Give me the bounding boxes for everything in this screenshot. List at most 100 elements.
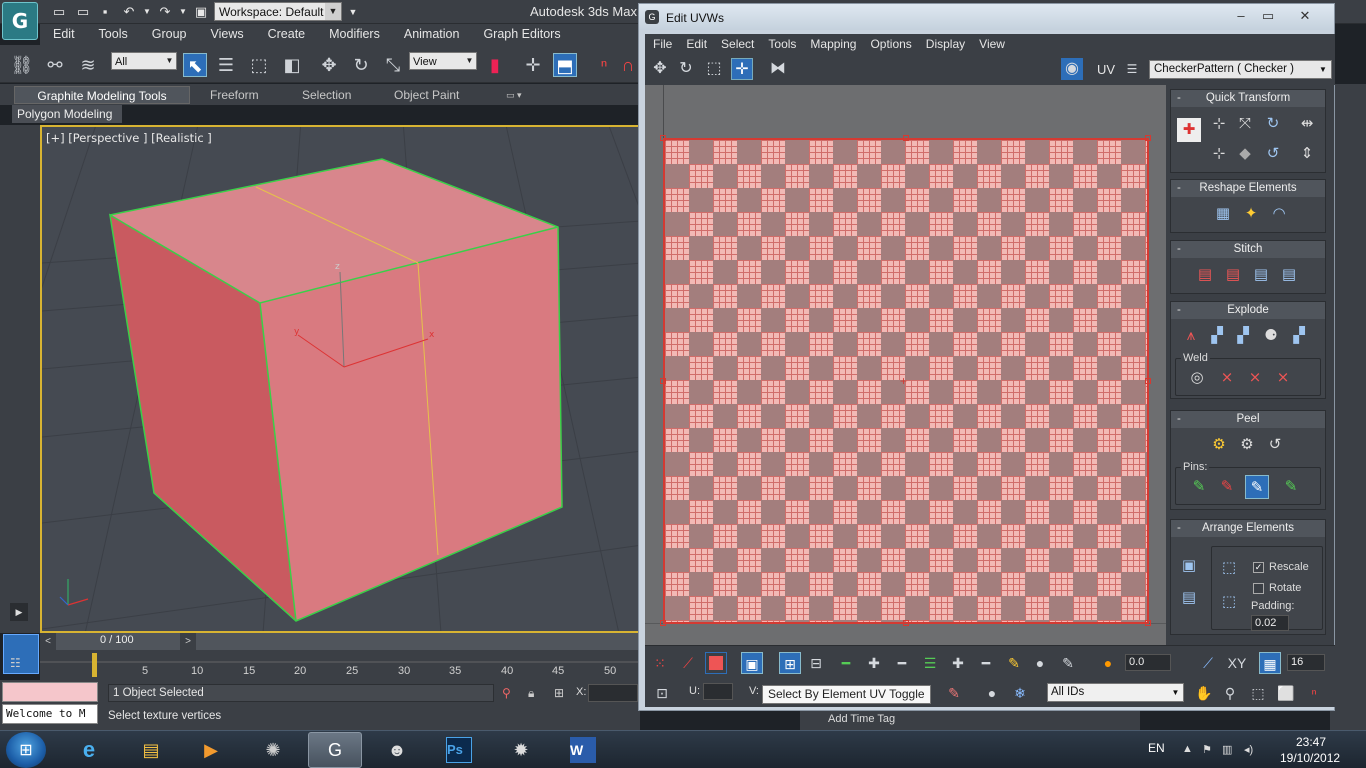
align-y-icon[interactable]: ⊹ xyxy=(1207,142,1231,166)
ring-select-icon[interactable]: ━ xyxy=(975,652,997,674)
rollout-header[interactable]: - Arrange Elements xyxy=(1171,520,1325,537)
clock-time[interactable]: 23:47 xyxy=(1296,735,1326,749)
menu-group[interactable]: Group xyxy=(139,24,198,41)
time-prev-icon[interactable]: < xyxy=(40,633,56,650)
file-explorer-icon[interactable]: ▤ xyxy=(124,732,178,768)
volume-icon[interactable]: ◂) xyxy=(1244,743,1253,756)
stitch-custom-icon[interactable]: ▤ xyxy=(1277,263,1301,287)
uvw-menu-select[interactable]: Select xyxy=(713,34,760,51)
material-id-dropdown[interactable]: All IDs ▼ xyxy=(1047,683,1184,702)
expand-arrow-icon[interactable]: ▶ xyxy=(10,603,28,621)
paint-select-icon[interactable]: ✎ xyxy=(1003,652,1025,674)
target-weld-icon[interactable]: ◎ xyxy=(1185,366,1209,390)
select-manipulate-icon[interactable]: ✛ xyxy=(521,53,545,77)
edge-distance-icon[interactable]: ⟋ xyxy=(1197,652,1219,674)
enlarge-brush-icon[interactable]: ● xyxy=(1029,652,1051,674)
internet-explorer-icon[interactable]: e xyxy=(62,732,116,768)
pack-custom-icon[interactable]: ⬚ xyxy=(1217,556,1241,580)
rescale-checkbox[interactable]: ✓ xyxy=(1253,562,1264,573)
absolute-mode-icon[interactable]: ⊞ xyxy=(554,686,564,700)
transform-handle[interactable] xyxy=(660,135,666,141)
ribbon-polygon-modeling[interactable]: Polygon Modeling xyxy=(12,105,122,123)
pack-together-icon[interactable]: ▤ xyxy=(1177,586,1201,610)
edge-mode-icon[interactable]: ⟋ xyxy=(677,652,699,674)
stitch-to-source-icon[interactable]: ▤ xyxy=(1249,263,1273,287)
tab-graphite-modeling-tools[interactable]: Graphite Modeling Tools xyxy=(14,86,190,104)
zoom-extents-icon[interactable]: ⬜ xyxy=(1275,682,1297,704)
time-cursor[interactable] xyxy=(92,653,97,677)
maxscript-listener-output[interactable]: Welcome to M xyxy=(2,704,98,724)
uvw-menu-file[interactable]: File xyxy=(645,34,678,51)
select-by-element-icon[interactable]: ▣ xyxy=(741,652,763,674)
rollout-header[interactable]: - Quick Transform xyxy=(1171,90,1325,107)
space-horizontal-icon[interactable]: ⇹ xyxy=(1295,112,1319,136)
break-icon[interactable]: ⩚ xyxy=(1179,324,1203,348)
app-runner-icon[interactable]: ☻ xyxy=(370,732,424,768)
peel-mode-icon[interactable]: ⚙ xyxy=(1235,433,1259,457)
shrink-selection-icon[interactable]: ⊟ xyxy=(805,652,827,674)
u-field[interactable] xyxy=(703,683,733,700)
scale-icon[interactable]: ⤡ xyxy=(381,53,405,77)
texture-dropdown[interactable]: CheckerPattern ( Checker ) ▼ xyxy=(1149,60,1332,79)
workspace-selector[interactable]: Workspace: Default ▼ xyxy=(214,2,342,21)
app-tribal-icon[interactable]: ✺ xyxy=(246,732,300,768)
space-vertical-icon[interactable]: ⇕ xyxy=(1295,142,1319,166)
viewport-scene[interactable]: z x y xyxy=(42,127,640,633)
texture-list-icon[interactable]: ☰ xyxy=(1121,58,1143,80)
pin-remove-icon[interactable]: ✎ xyxy=(1215,475,1239,499)
rollout-header[interactable]: - Stitch xyxy=(1171,241,1325,258)
3ds-max-taskbar-icon[interactable]: G xyxy=(308,732,362,768)
uvw-menu-mapping[interactable]: Mapping xyxy=(802,34,862,51)
project-folder-icon[interactable]: ▣ xyxy=(192,3,210,21)
menu-tools[interactable]: Tools xyxy=(86,24,139,41)
align-diagonal-icon[interactable]: ⤧ xyxy=(1233,112,1257,136)
rollout-header[interactable]: - Peel xyxy=(1171,411,1325,428)
transform-handle[interactable] xyxy=(660,378,666,384)
lock-selection-icon[interactable]: 🔒︎ xyxy=(528,686,534,701)
time-next-icon[interactable]: > xyxy=(180,633,196,650)
rollout-header[interactable]: - Reshape Elements xyxy=(1171,180,1325,197)
stitch-to-average-icon[interactable]: ▤ xyxy=(1221,263,1245,287)
align-x-icon[interactable]: ⊹ xyxy=(1207,112,1231,136)
pivot-cross-icon[interactable]: + xyxy=(900,374,907,388)
uvw-menu-options[interactable]: Options xyxy=(862,34,917,51)
loop-selection-icon[interactable]: ━ xyxy=(835,652,857,674)
reset-peel-icon[interactable]: ↺ xyxy=(1263,433,1287,457)
undo-dropdown-icon[interactable]: ▼ xyxy=(138,3,156,21)
menu-create[interactable]: Create xyxy=(255,24,317,41)
ring-shrink-icon[interactable]: ━ xyxy=(891,652,913,674)
undo-icon[interactable]: ↶ xyxy=(120,3,138,21)
auto-pin-icon[interactable]: ✎ xyxy=(1245,475,1269,499)
zoom-icon[interactable]: ⚲ xyxy=(1219,682,1241,704)
freeze-icon[interactable]: ● xyxy=(981,682,1003,704)
zoom-region-icon[interactable]: ⬚ xyxy=(1247,682,1269,704)
selection-filter-dropdown[interactable]: All ▼ xyxy=(111,52,177,70)
uvw-title-bar[interactable]: G Edit UVWs – ▭ ✕ xyxy=(639,4,1334,30)
maxscript-listener-input[interactable] xyxy=(2,682,98,702)
transform-handle[interactable] xyxy=(1145,378,1151,384)
clock-date[interactable]: 19/10/2012 xyxy=(1280,751,1340,765)
ribbon-options-icon[interactable]: ▭ ▾ xyxy=(498,86,530,104)
track-bar[interactable]: ☷ 5 10 15 20 25 30 35 40 45 50 xyxy=(10,650,640,680)
pivot-center-icon[interactable]: ▮ xyxy=(483,53,507,77)
soft-selection-value[interactable]: 0.0 xyxy=(1125,654,1171,671)
transform-handle[interactable] xyxy=(1145,620,1151,626)
menu-animation[interactable]: Animation xyxy=(391,24,471,41)
start-button[interactable]: ⊞ xyxy=(6,732,46,768)
app-mask-icon[interactable]: ✹ xyxy=(494,732,548,768)
bind-space-warp-icon[interactable]: ≋ xyxy=(76,53,100,77)
quick-peel-icon[interactable]: ⚙ xyxy=(1207,433,1231,457)
tab-object-paint[interactable]: Object Paint xyxy=(386,86,467,104)
weld-selected-icon[interactable]: ⨯ xyxy=(1215,366,1239,390)
grow-selection-icon[interactable]: ⊞ xyxy=(779,652,801,674)
unlink-icon[interactable]: ⚯ xyxy=(43,53,67,77)
show-hidden-icons-icon[interactable]: ▲ xyxy=(1182,743,1193,755)
open-file-icon[interactable]: ▭ xyxy=(74,3,92,21)
select-by-name-icon[interactable]: ☰ xyxy=(214,53,238,77)
loop-grow-icon[interactable]: ☰ xyxy=(919,652,941,674)
ring-grow-icon[interactable]: ✚ xyxy=(863,652,885,674)
shrink-brush-icon[interactable]: ✎ xyxy=(1057,652,1079,674)
detach-edge-icon[interactable]: ▞ xyxy=(1205,324,1229,348)
xy-label-toggle[interactable]: XY xyxy=(1223,652,1251,674)
word-icon[interactable]: W xyxy=(556,732,610,768)
